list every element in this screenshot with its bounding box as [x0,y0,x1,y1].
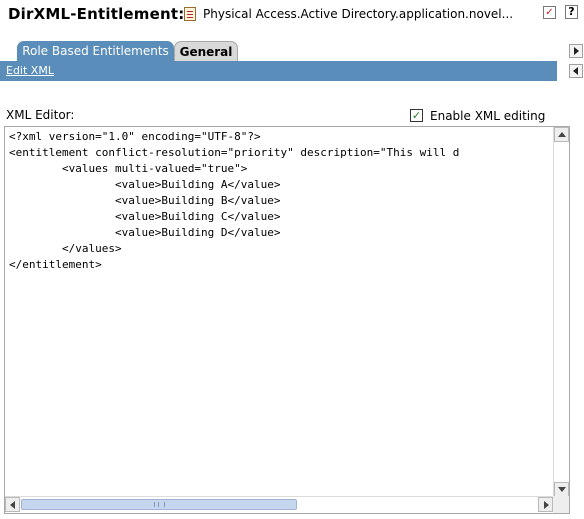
scrollbar-corner [553,496,569,513]
help-button[interactable]: ? [565,5,578,19]
edit-xml-link[interactable]: Edit XML [6,64,54,77]
arrow-right-icon [574,47,579,55]
scroll-up-button[interactable] [554,127,569,142]
tab-general[interactable]: General [174,41,238,61]
tab-scroll-left-button[interactable] [569,64,583,78]
tab-role-based-entitlements[interactable]: Role Based Entitlements [17,41,174,61]
xml-editor[interactable]: <?xml version="1.0" encoding="UTF-8"?> <… [4,126,570,514]
enable-xml-editing-label[interactable]: Enable XML editing [430,109,545,123]
scroll-right-button[interactable] [538,497,553,512]
arrow-left-icon [573,67,578,75]
object-check-icon[interactable]: ✓ [543,6,556,19]
object-name: Physical Access.Active Directory.applica… [203,7,514,21]
xml-code-text[interactable]: <?xml version="1.0" encoding="UTF-8"?> <… [9,129,459,273]
arrow-right-icon [544,501,549,509]
subnav-bar [0,61,557,81]
tab-scroll-right-button[interactable] [569,44,583,58]
scroll-down-button[interactable] [554,482,569,497]
arrow-down-icon [558,487,566,492]
arrow-up-icon [558,132,566,137]
arrow-left-icon [10,501,15,509]
xml-editor-label: XML Editor: [6,108,75,122]
enable-xml-editing-checkbox[interactable]: ✓ [410,109,423,122]
grip-icon [154,502,165,507]
entitlement-object-icon [184,7,196,21]
scroll-left-button[interactable] [5,497,20,512]
horizontal-scroll-thumb[interactable] [21,499,297,510]
vertical-scrollbar[interactable] [553,127,569,497]
horizontal-scrollbar[interactable] [5,496,553,513]
page-title: DirXML-Entitlement: [8,5,185,23]
